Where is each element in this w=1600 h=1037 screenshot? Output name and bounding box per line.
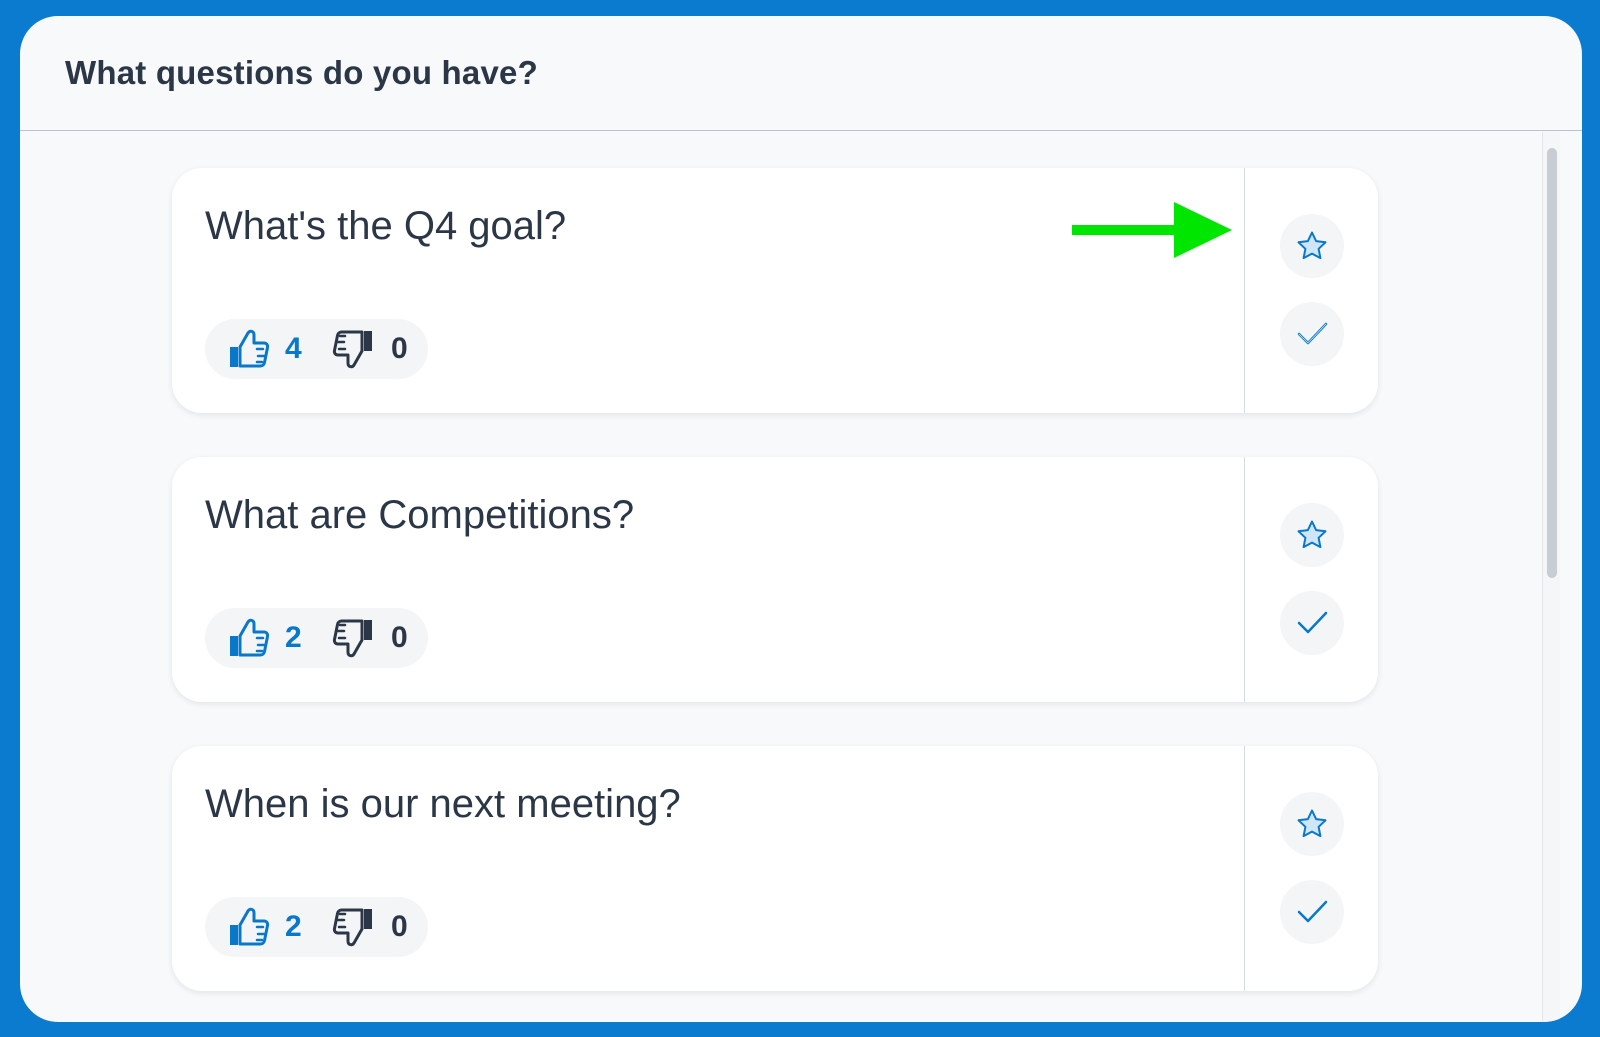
downvote-count: 0 bbox=[391, 621, 408, 654]
scrollbar[interactable] bbox=[1542, 132, 1560, 1022]
thumbs-up-icon[interactable] bbox=[227, 616, 271, 660]
question-actions bbox=[1246, 457, 1378, 702]
upvote-count: 2 bbox=[285, 621, 302, 654]
vote-controls: 2 0 bbox=[205, 608, 428, 668]
question-card: What are Competitions? 2 0 bbox=[172, 457, 1378, 702]
question-list: What's the Q4 goal? 4 0 What are Competi… bbox=[20, 132, 1582, 1022]
highlight-button[interactable] bbox=[1280, 503, 1344, 567]
upvote-count: 4 bbox=[285, 332, 302, 365]
star-icon bbox=[1297, 520, 1327, 549]
check-icon bbox=[1297, 900, 1328, 923]
check-icon bbox=[1297, 611, 1328, 634]
highlight-button[interactable] bbox=[1280, 792, 1344, 856]
star-icon bbox=[1297, 231, 1327, 260]
question-text: When is our next meeting? bbox=[205, 782, 681, 826]
upvote-count: 2 bbox=[285, 910, 302, 943]
highlight-button[interactable] bbox=[1280, 214, 1344, 278]
vote-controls: 4 0 bbox=[205, 319, 428, 379]
question-body: What are Competitions? 2 0 bbox=[172, 457, 1245, 702]
thumbs-down-icon[interactable] bbox=[331, 616, 375, 660]
thumbs-down-icon[interactable] bbox=[331, 327, 375, 371]
arrow-right-icon bbox=[1072, 202, 1232, 258]
vote-controls: 2 0 bbox=[205, 897, 428, 957]
downvote-count: 0 bbox=[391, 910, 408, 943]
star-icon bbox=[1297, 809, 1327, 838]
mark-answered-button[interactable] bbox=[1280, 591, 1344, 655]
downvote-count: 0 bbox=[391, 332, 408, 365]
mark-answered-button[interactable] bbox=[1280, 302, 1344, 366]
thumbs-down-icon[interactable] bbox=[331, 905, 375, 949]
question-body: When is our next meeting? 2 0 bbox=[172, 746, 1245, 991]
panel-header: What questions do you have? bbox=[20, 16, 1582, 131]
question-actions bbox=[1246, 168, 1378, 413]
question-text: What are Competitions? bbox=[205, 493, 635, 537]
questions-panel: What questions do you have? What's the Q… bbox=[20, 16, 1582, 1022]
scrollbar-thumb[interactable] bbox=[1547, 148, 1557, 578]
page-title: What questions do you have? bbox=[65, 54, 538, 91]
thumbs-up-icon[interactable] bbox=[227, 905, 271, 949]
thumbs-up-icon[interactable] bbox=[227, 327, 271, 371]
mark-answered-button[interactable] bbox=[1280, 880, 1344, 944]
question-text: What's the Q4 goal? bbox=[205, 204, 567, 248]
question-card: When is our next meeting? 2 0 bbox=[172, 746, 1378, 991]
check-icon bbox=[1297, 322, 1328, 345]
question-actions bbox=[1246, 746, 1378, 991]
